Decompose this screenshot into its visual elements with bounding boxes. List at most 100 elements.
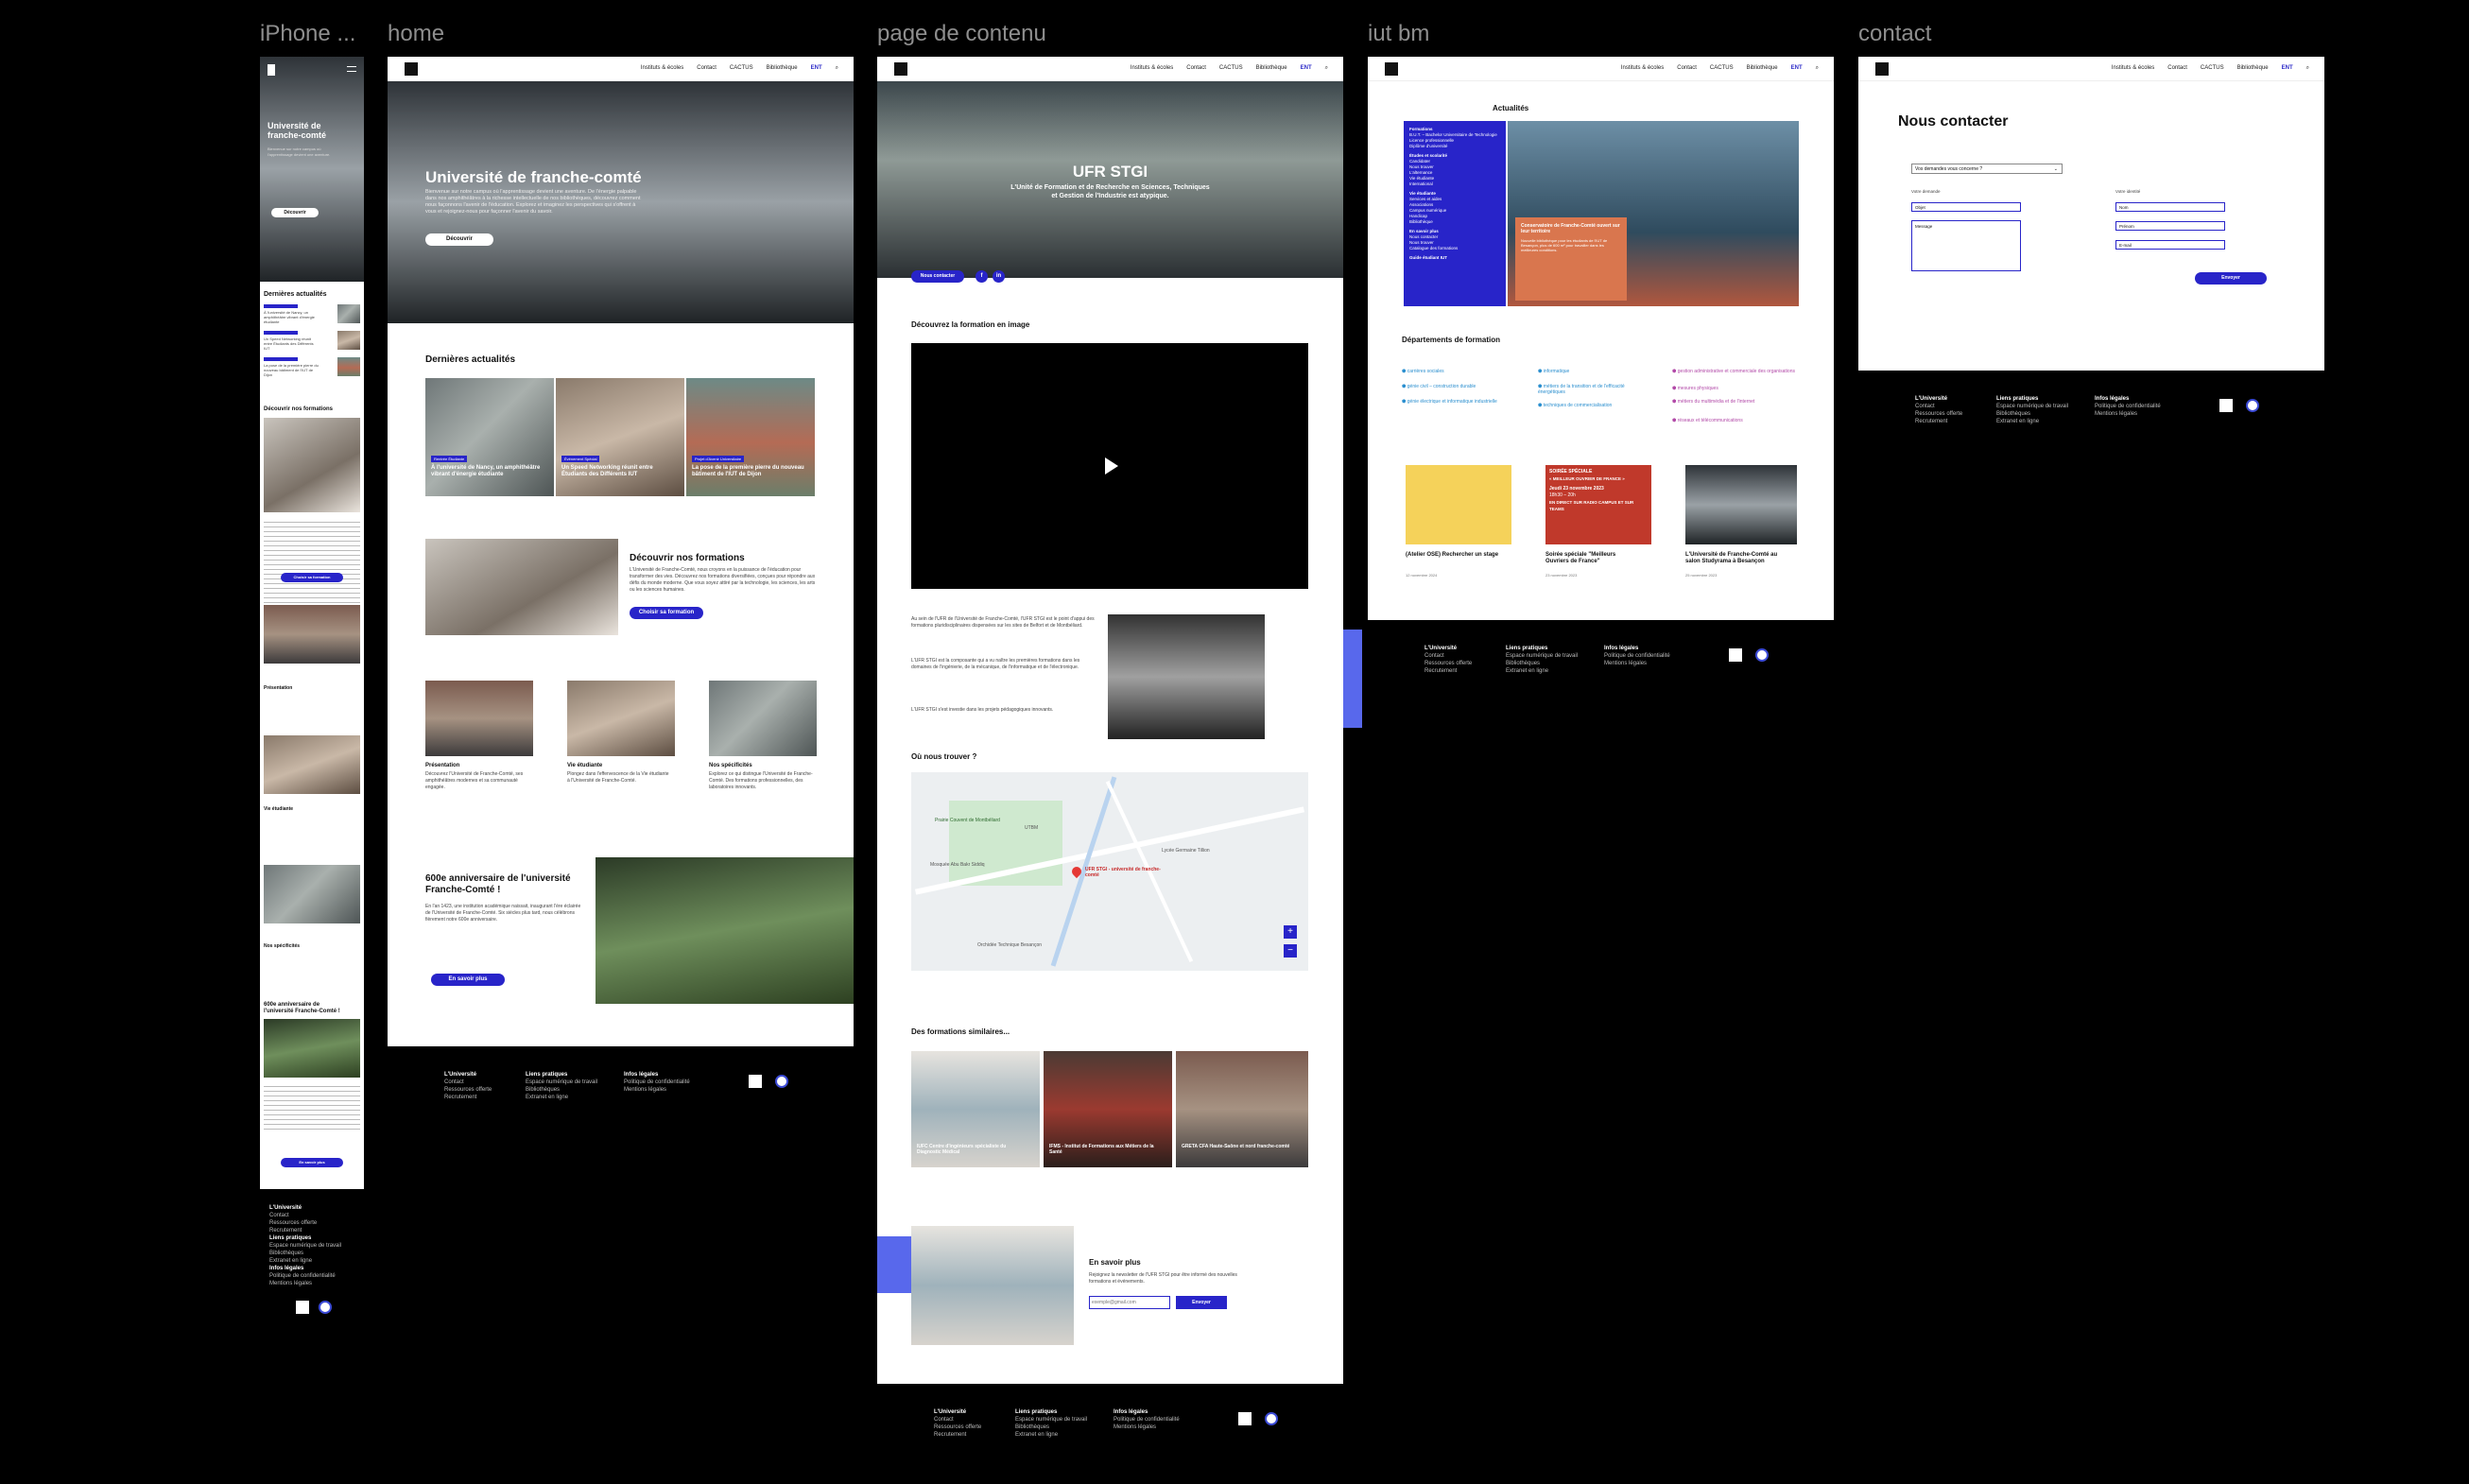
search-icon[interactable]: ⌕ (836, 65, 838, 72)
departement-item[interactable]: ⬢ carrières sociales (1402, 369, 1444, 374)
contact-frame: Instituts & écoles Contact CACTUS Biblio… (1858, 57, 2324, 371)
similar-card[interactable]: GRETA CFA Haute-Saône et nord franche-co… (1176, 1051, 1308, 1167)
footer-col: L'Université Contact Ressources offerte Rec… (1424, 646, 1473, 674)
nav-link[interactable]: Contact (2167, 65, 2187, 72)
nav-link[interactable]: Instituts & écoles (1131, 65, 1173, 72)
footer-logo[interactable] (1729, 648, 1742, 662)
nav-link[interactable]: Contact (697, 65, 717, 72)
footer-logo[interactable] (2219, 399, 2233, 412)
play-icon[interactable] (1105, 457, 1118, 475)
home-hero-button[interactable]: Découvrir (425, 233, 493, 246)
nav-link[interactable]: CACTUS (1219, 65, 1243, 72)
page-text: L'UFR STGI est la composante qui a vu na… (911, 658, 1080, 670)
feature-card[interactable]: Vie étudiante Plongez dans l'effervescen… (567, 681, 675, 813)
nav-link[interactable]: Bibliothèque (1747, 65, 1778, 72)
nav-link[interactable]: ENT (1791, 65, 1803, 72)
nav-link[interactable]: Instituts & écoles (641, 65, 683, 72)
news-card[interactable]: Événement Spécial Un Speed Networking ré… (556, 378, 684, 496)
iphone-news-item[interactable]: La pose de la première pierre du nouveau… (264, 357, 360, 380)
iphone-news-item[interactable]: Un Speed Networking réunit entre Étudian… (264, 331, 360, 354)
footer-logo[interactable] (749, 1075, 762, 1088)
iphone-formations-button[interactable]: Choisir sa formation (281, 573, 343, 582)
event-card[interactable]: SOIRÉE SPÉCIALE « MEILLEUR OUVRIER DE FR… (1545, 465, 1651, 597)
name-field[interactable]: Nom (2115, 202, 2225, 212)
departement-item[interactable]: ⬢ métiers du multimédia et de l'internet (1672, 399, 1776, 405)
event-card[interactable]: (Atelier OSE) Rechercher un stage 12 nov… (1406, 465, 1511, 597)
footer-badge-icon[interactable] (1265, 1412, 1278, 1425)
departement-item[interactable]: ⬢ métiers de la transition et de l'effic… (1538, 384, 1642, 395)
sidebar-section[interactable]: Formations B.U.T. – Bachelor Universitair… (1409, 127, 1500, 149)
footer-logo[interactable] (1238, 1412, 1252, 1425)
footer-col: Liens pratiques Espace numérique de trava… (526, 1072, 598, 1100)
iut-feature-card[interactable]: Conservatoire de Franche-Comté ouvert su… (1515, 217, 1627, 301)
departement-item[interactable]: ⬢ techniques de commercialisation (1538, 403, 1612, 408)
video-player[interactable] (911, 343, 1308, 589)
nav-link[interactable]: Instituts & écoles (2112, 65, 2154, 72)
footer-logo[interactable] (296, 1301, 309, 1314)
nav-link[interactable]: ENT (2282, 65, 2293, 72)
nav-link[interactable]: Instituts & écoles (1621, 65, 1664, 72)
departement-item[interactable]: ⬢ réseaux et télécommunications (1672, 418, 1743, 423)
nav-link[interactable]: ENT (1301, 65, 1312, 72)
nav-link[interactable]: Bibliothèque (767, 65, 798, 72)
sidebar-section[interactable]: Guide étudiant IUT (1409, 255, 1500, 261)
email-field[interactable]: E-mail (2115, 240, 2225, 250)
feature-card[interactable]: Nos spécificités Explorez ce qui disting… (709, 681, 817, 813)
zoom-out-button[interactable]: − (1284, 944, 1297, 958)
map-marker-label: UFR STGI - université de franche-comté (1085, 867, 1161, 878)
subject-select[interactable]: Vos demandes vous concerne ? ⌄ (1911, 164, 2063, 174)
contact-send-button[interactable]: Envoyer (2195, 272, 2267, 285)
object-field[interactable]: Objet (1911, 202, 2021, 212)
nav-link[interactable]: CACTUS (730, 65, 753, 72)
home-anniv-button[interactable]: En savoir plus (431, 974, 505, 986)
brand-logo[interactable] (1875, 62, 1889, 76)
iphone-logo[interactable] (268, 64, 275, 76)
contact-button[interactable]: Nous contacter (911, 270, 964, 283)
message-field[interactable]: Message (1911, 220, 2021, 271)
footer-badge-icon[interactable] (2246, 399, 2259, 412)
send-button[interactable]: Envoyer (1176, 1296, 1227, 1309)
nav-link[interactable]: ENT (811, 65, 822, 72)
firstname-field[interactable]: Prénom (2115, 221, 2225, 231)
brand-logo[interactable] (1385, 62, 1398, 76)
search-icon[interactable]: ⌕ (1325, 65, 1328, 72)
nav-link[interactable]: Bibliothèque (2237, 65, 2269, 72)
nav-link[interactable]: Contact (1186, 65, 1206, 72)
event-card[interactable]: L'Université de Franche-Comté au salon S… (1685, 465, 1797, 597)
facebook-icon[interactable]: f (976, 270, 988, 283)
zoom-in-button[interactable]: + (1284, 925, 1297, 939)
news-card[interactable]: Projet d'Avenir Universitaire La pose de… (686, 378, 815, 496)
departement-item[interactable]: ⬢ génie civil – construction durable (1402, 384, 1476, 389)
news-card[interactable]: Rentrée Étudiante À l'université de Nanc… (425, 378, 554, 496)
departement-item[interactable]: ⬢ informatique (1538, 369, 1569, 374)
nav-link[interactable]: CACTUS (1710, 65, 1734, 72)
brand-logo[interactable] (405, 62, 418, 76)
nav-link[interactable]: Contact (1677, 65, 1697, 72)
footer-badge-icon[interactable] (1755, 648, 1769, 662)
email-input[interactable] (1089, 1296, 1170, 1309)
departement-item[interactable]: ⬢ génie électrique et informatique indus… (1402, 399, 1506, 405)
brand-logo[interactable] (894, 62, 907, 76)
feature-card[interactable]: Présentation Découvrez l'Université de F… (425, 681, 533, 813)
frame-label-page: page de contenu (877, 21, 1046, 46)
linkedin-icon[interactable]: in (993, 270, 1005, 283)
similar-card[interactable]: IFMS - Institut de Formations aux Métier… (1044, 1051, 1172, 1167)
map[interactable]: Prairie Couvent de Montbéliard UTBM Lycé… (911, 772, 1308, 971)
departement-item[interactable]: ⬢ gestion administrative et commerciale … (1672, 369, 1795, 374)
similar-card[interactable]: IUFC Centre d'ingénieurs spécialiste du … (911, 1051, 1040, 1167)
iphone-hero-button[interactable]: Découvrir (271, 208, 319, 217)
iphone-news-item[interactable]: À l'université de Nancy, un amphithéâtre… (264, 304, 360, 327)
search-icon[interactable]: ⌕ (2306, 65, 2309, 72)
iphone-anniv-button[interactable]: En savoir plus (281, 1158, 343, 1167)
nav-link[interactable]: CACTUS (2201, 65, 2224, 72)
footer-badge-icon[interactable] (319, 1301, 332, 1314)
sidebar-section[interactable]: Vie étudiante Services et aides Associatio… (1409, 191, 1500, 225)
iphone-menu-icon[interactable] (347, 66, 356, 72)
nav-link[interactable]: Bibliothèque (1256, 65, 1287, 72)
home-formations-button[interactable]: Choisir sa formation (630, 607, 703, 619)
sidebar-section[interactable]: Études et scolarité Candidater Nous trouve… (1409, 153, 1500, 187)
search-icon[interactable]: ⌕ (1816, 65, 1819, 72)
departement-item[interactable]: ⬢ mesures physiques (1672, 386, 1718, 391)
sidebar-section[interactable]: En savoir plus Nous contacter Nous trouver… (1409, 229, 1500, 251)
footer-badge-icon[interactable] (775, 1075, 788, 1088)
